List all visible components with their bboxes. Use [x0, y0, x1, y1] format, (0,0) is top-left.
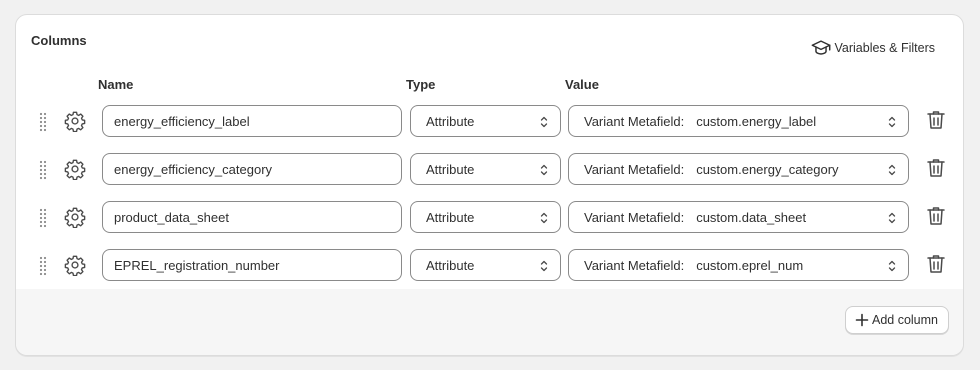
chevron-up-down-icon [540, 212, 548, 224]
column-type-select[interactable]: Attribute [410, 249, 561, 281]
column-value-select[interactable]: Variant Metafield: custom.eprel_num [568, 249, 909, 281]
trash-icon[interactable] [924, 252, 948, 276]
column-type-select[interactable]: Attribute [410, 105, 561, 137]
variables-filters-link[interactable]: Variables & Filters [810, 37, 936, 59]
variables-filters-label: Variables & Filters [834, 41, 936, 55]
chevron-up-down-icon [888, 116, 896, 128]
chevron-up-down-icon [888, 212, 896, 224]
columns-card: Columns Variables & Filters Name Type Va… [15, 14, 964, 356]
drag-handle-icon[interactable] [38, 256, 48, 276]
add-column-label: Add column [871, 313, 938, 327]
drag-handle-icon[interactable] [38, 160, 48, 180]
add-column-button[interactable]: Add column [844, 306, 949, 334]
column-row: energy_efficiency_label Attribute Varian… [16, 105, 963, 137]
chevron-up-down-icon [540, 164, 548, 176]
column-name-input[interactable]: EPREL_registration_number [102, 249, 402, 281]
trash-icon[interactable] [924, 108, 948, 132]
column-type-value: Attribute [426, 257, 475, 273]
plus-icon [855, 313, 869, 327]
column-type-select[interactable]: Attribute [410, 201, 561, 233]
chevron-up-down-icon [540, 116, 548, 128]
column-value-select[interactable]: Variant Metafield: custom.data_sheet [568, 201, 909, 233]
value-source-label: Variant Metafield: [584, 209, 685, 225]
column-row: product_data_sheet Attribute Variant Met… [16, 201, 963, 233]
column-name-input[interactable]: energy_efficiency_label [102, 105, 402, 137]
value-source-label: Variant Metafield: [584, 257, 685, 273]
column-row: EPREL_registration_number Attribute Vari… [16, 249, 963, 281]
column-header-type: Type [406, 77, 436, 92]
trash-icon[interactable] [924, 156, 948, 180]
value-key-label: custom.data_sheet [696, 209, 807, 225]
chevron-up-down-icon [540, 260, 548, 272]
column-row: energy_efficiency_category Attribute Var… [16, 153, 963, 185]
value-key-label: custom.energy_category [696, 161, 839, 177]
card-footer: Add column [16, 289, 963, 355]
column-name-input[interactable]: energy_efficiency_category [102, 153, 402, 185]
column-type-value: Attribute [426, 113, 475, 129]
gear-icon[interactable] [64, 110, 86, 132]
graduation-cap-icon [811, 40, 830, 55]
chevron-up-down-icon [888, 260, 896, 272]
drag-handle-icon[interactable] [38, 112, 48, 132]
gear-icon[interactable] [64, 158, 86, 180]
column-type-select[interactable]: Attribute [410, 153, 561, 185]
column-type-value: Attribute [426, 209, 475, 225]
drag-handle-icon[interactable] [38, 208, 48, 228]
value-key-label: custom.energy_label [696, 113, 817, 129]
value-key-label: custom.eprel_num [696, 257, 804, 273]
gear-icon[interactable] [64, 206, 86, 228]
section-title: Columns [31, 33, 87, 48]
column-header-name: Name [98, 77, 134, 92]
column-header-value: Value [565, 77, 599, 92]
column-name-input[interactable]: product_data_sheet [102, 201, 402, 233]
column-type-value: Attribute [426, 161, 475, 177]
gear-icon[interactable] [64, 254, 86, 276]
chevron-up-down-icon [888, 164, 896, 176]
column-value-select[interactable]: Variant Metafield: custom.energy_label [568, 105, 909, 137]
value-source-label: Variant Metafield: [584, 161, 685, 177]
trash-icon[interactable] [924, 204, 948, 228]
column-value-select[interactable]: Variant Metafield: custom.energy_categor… [568, 153, 909, 185]
value-source-label: Variant Metafield: [584, 113, 685, 129]
